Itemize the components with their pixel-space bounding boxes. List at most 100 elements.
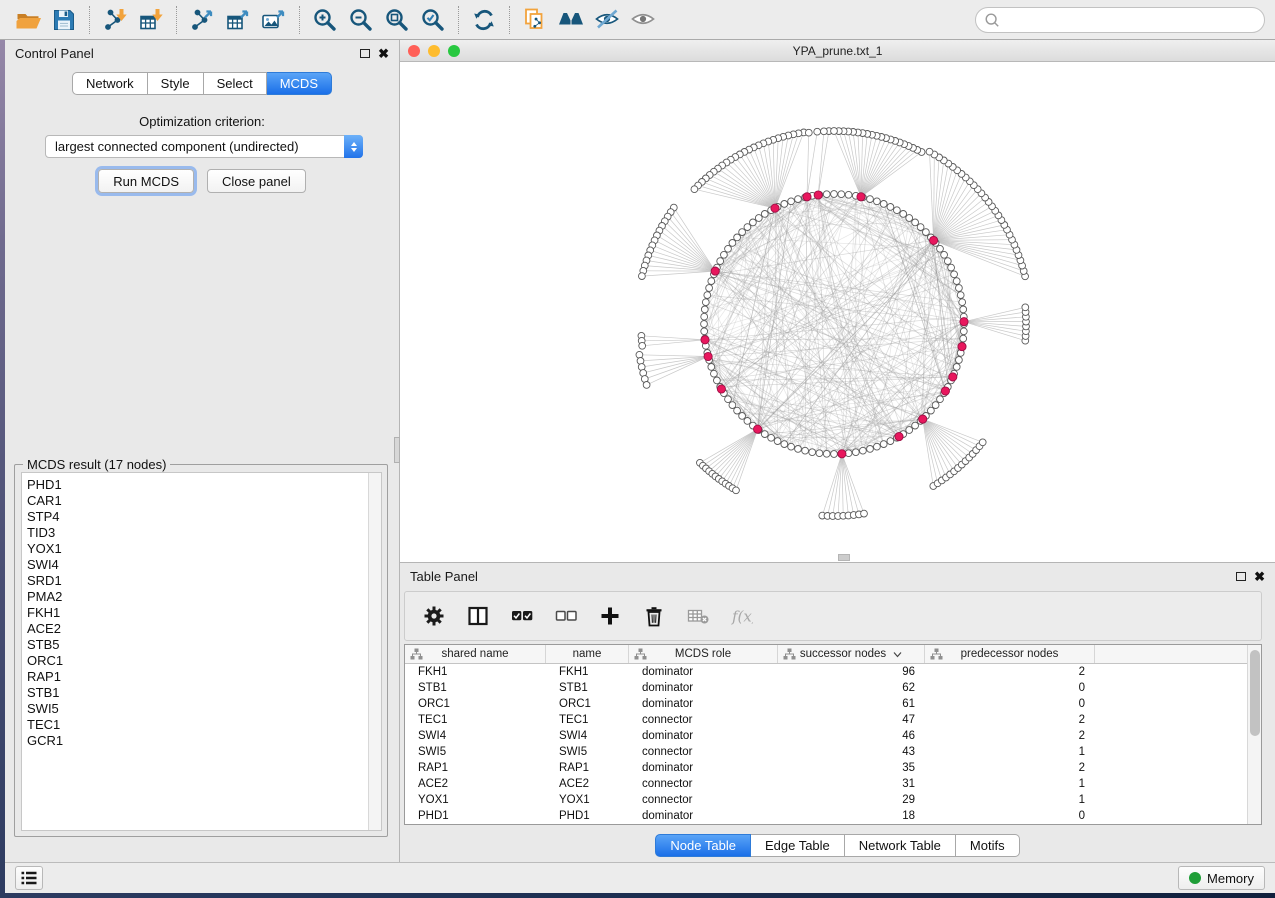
table-cell: dominator bbox=[629, 696, 778, 712]
mcds-result-item[interactable]: PHD1 bbox=[27, 477, 368, 493]
table-cell: connector bbox=[629, 744, 778, 760]
table-cell: 47 bbox=[778, 712, 925, 728]
mcds-result-list: PHD1CAR1STP4TID3YOX1SWI4SRD1PMA2FKH1ACE2… bbox=[21, 472, 382, 831]
apply-layout-button[interactable] bbox=[466, 4, 502, 36]
select-all-checks-button[interactable] bbox=[507, 601, 537, 631]
show-all-button[interactable] bbox=[625, 4, 661, 36]
tab-network[interactable]: Network bbox=[72, 72, 148, 95]
delete-table-icon bbox=[687, 605, 709, 627]
mcds-result-item[interactable]: YOX1 bbox=[27, 541, 368, 557]
mcds-result-item[interactable]: CAR1 bbox=[27, 493, 368, 509]
mcds-result-item[interactable]: RAP1 bbox=[27, 669, 368, 685]
mcds-result-item[interactable]: STP4 bbox=[27, 509, 368, 525]
sort-desc-icon bbox=[893, 651, 902, 658]
mcds-result-item[interactable]: STB5 bbox=[27, 637, 368, 653]
canvas-scroll-thumb[interactable] bbox=[838, 554, 850, 561]
table-panel: Table Panel ✖ f(x) shared namenameMCDS r… bbox=[400, 562, 1275, 862]
zoom-fit-button[interactable] bbox=[379, 4, 415, 36]
mcds-result-item[interactable]: ORC1 bbox=[27, 653, 368, 669]
import-network-file-button[interactable] bbox=[97, 4, 133, 36]
table-scrollbar-thumb[interactable] bbox=[1250, 650, 1260, 736]
panel-splitter-handle[interactable] bbox=[394, 437, 400, 463]
search-box[interactable] bbox=[975, 7, 1265, 33]
tab-mcds[interactable]: MCDS bbox=[267, 72, 332, 95]
mcds-result-item[interactable]: TEC1 bbox=[27, 717, 368, 733]
function-builder-button[interactable]: f(x) bbox=[727, 601, 757, 631]
task-history-button[interactable] bbox=[15, 866, 43, 890]
tab-motifs[interactable]: Motifs bbox=[956, 834, 1020, 857]
mcds-result-item[interactable]: SWI5 bbox=[27, 701, 368, 717]
delete-column-button[interactable] bbox=[639, 601, 669, 631]
table-cell: 2 bbox=[925, 728, 1095, 744]
column-header-shared-name[interactable]: shared name bbox=[405, 645, 546, 663]
import-table-file-button[interactable] bbox=[133, 4, 169, 36]
mcds-result-item[interactable]: STB1 bbox=[27, 685, 368, 701]
close-panel-button[interactable]: Close panel bbox=[207, 169, 306, 193]
unselect-all-checks-button[interactable] bbox=[551, 601, 581, 631]
criterion-dropdown[interactable]: largest connected component (undirected) bbox=[45, 135, 363, 158]
tab-network-table[interactable]: Network Table bbox=[845, 834, 956, 857]
tab-edge-table[interactable]: Edge Table bbox=[751, 834, 845, 857]
search-input[interactable] bbox=[1000, 10, 1256, 30]
mcds-result-item[interactable]: PMA2 bbox=[27, 589, 368, 605]
export-network-button[interactable] bbox=[184, 4, 220, 36]
table-cell: ACE2 bbox=[546, 776, 629, 792]
network-canvas-area[interactable] bbox=[400, 62, 1275, 562]
tab-node-table[interactable]: Node Table bbox=[655, 834, 751, 857]
close-panel-icon[interactable]: ✖ bbox=[378, 47, 389, 60]
hide-selected-button[interactable] bbox=[589, 4, 625, 36]
mcds-result-item[interactable]: FKH1 bbox=[27, 605, 368, 621]
float-table-panel-icon[interactable] bbox=[1236, 572, 1246, 581]
first-neighbors-button[interactable] bbox=[553, 4, 589, 36]
export-image-button[interactable] bbox=[256, 4, 292, 36]
run-mcds-button[interactable]: Run MCDS bbox=[98, 169, 194, 193]
table-row[interactable]: SWI4SWI4dominator462 bbox=[405, 728, 1247, 744]
table-cell: 46 bbox=[778, 728, 925, 744]
add-column-button[interactable] bbox=[595, 601, 625, 631]
zoom-in-button[interactable] bbox=[307, 4, 343, 36]
table-row[interactable]: PHD1PHD1dominator180 bbox=[405, 808, 1247, 824]
first-neighbors-icon bbox=[558, 7, 584, 33]
mcds-result-item[interactable]: ACE2 bbox=[27, 621, 368, 637]
table-row[interactable]: TEC1TEC1connector472 bbox=[405, 712, 1247, 728]
zoom-out-button[interactable] bbox=[343, 4, 379, 36]
mcds-result-item[interactable]: SRD1 bbox=[27, 573, 368, 589]
mcds-result-item[interactable]: GCR1 bbox=[27, 733, 368, 749]
column-header-MCDS-role[interactable]: MCDS role bbox=[629, 645, 778, 663]
network-from-selection-button[interactable] bbox=[517, 4, 553, 36]
table-cell: STB1 bbox=[546, 680, 629, 696]
column-header-predecessor-nodes[interactable]: predecessor nodes bbox=[925, 645, 1095, 663]
table-settings-button[interactable] bbox=[419, 601, 449, 631]
column-header-successor-nodes[interactable]: successor nodes bbox=[778, 645, 925, 663]
table-row[interactable]: STB1STB1dominator620 bbox=[405, 680, 1247, 696]
table-row[interactable]: YOX1YOX1connector291 bbox=[405, 792, 1247, 808]
delete-table-button[interactable] bbox=[683, 601, 713, 631]
shared-column-icon bbox=[634, 648, 647, 660]
table-cell: dominator bbox=[629, 728, 778, 744]
zoom-selected-button[interactable] bbox=[415, 4, 451, 36]
save-session-button[interactable] bbox=[46, 4, 82, 36]
tab-style[interactable]: Style bbox=[148, 72, 204, 95]
show-columns-button[interactable] bbox=[463, 601, 493, 631]
show-columns-icon bbox=[467, 605, 489, 627]
float-panel-icon[interactable] bbox=[360, 49, 370, 58]
table-row[interactable]: ACE2ACE2connector311 bbox=[405, 776, 1247, 792]
table-row[interactable]: FKH1FKH1dominator962 bbox=[405, 664, 1247, 680]
mcds-list-scrollbar[interactable] bbox=[368, 473, 381, 830]
table-row[interactable]: ORC1ORC1dominator610 bbox=[405, 696, 1247, 712]
table-cell: 31 bbox=[778, 776, 925, 792]
close-table-panel-icon[interactable]: ✖ bbox=[1254, 570, 1265, 583]
tab-select[interactable]: Select bbox=[204, 72, 267, 95]
mcds-result-item[interactable]: TID3 bbox=[27, 525, 368, 541]
memory-button[interactable]: Memory bbox=[1178, 866, 1265, 890]
save-session-icon bbox=[51, 7, 77, 33]
table-cell: RAP1 bbox=[405, 760, 546, 776]
export-table-button[interactable] bbox=[220, 4, 256, 36]
table-row[interactable]: RAP1RAP1dominator352 bbox=[405, 760, 1247, 776]
table-scrollbar[interactable] bbox=[1247, 645, 1261, 824]
network-graph[interactable] bbox=[400, 62, 1269, 562]
table-row[interactable]: SWI5SWI5connector431 bbox=[405, 744, 1247, 760]
column-header-name[interactable]: name bbox=[546, 645, 629, 663]
open-session-button[interactable] bbox=[10, 4, 46, 36]
mcds-result-item[interactable]: SWI4 bbox=[27, 557, 368, 573]
